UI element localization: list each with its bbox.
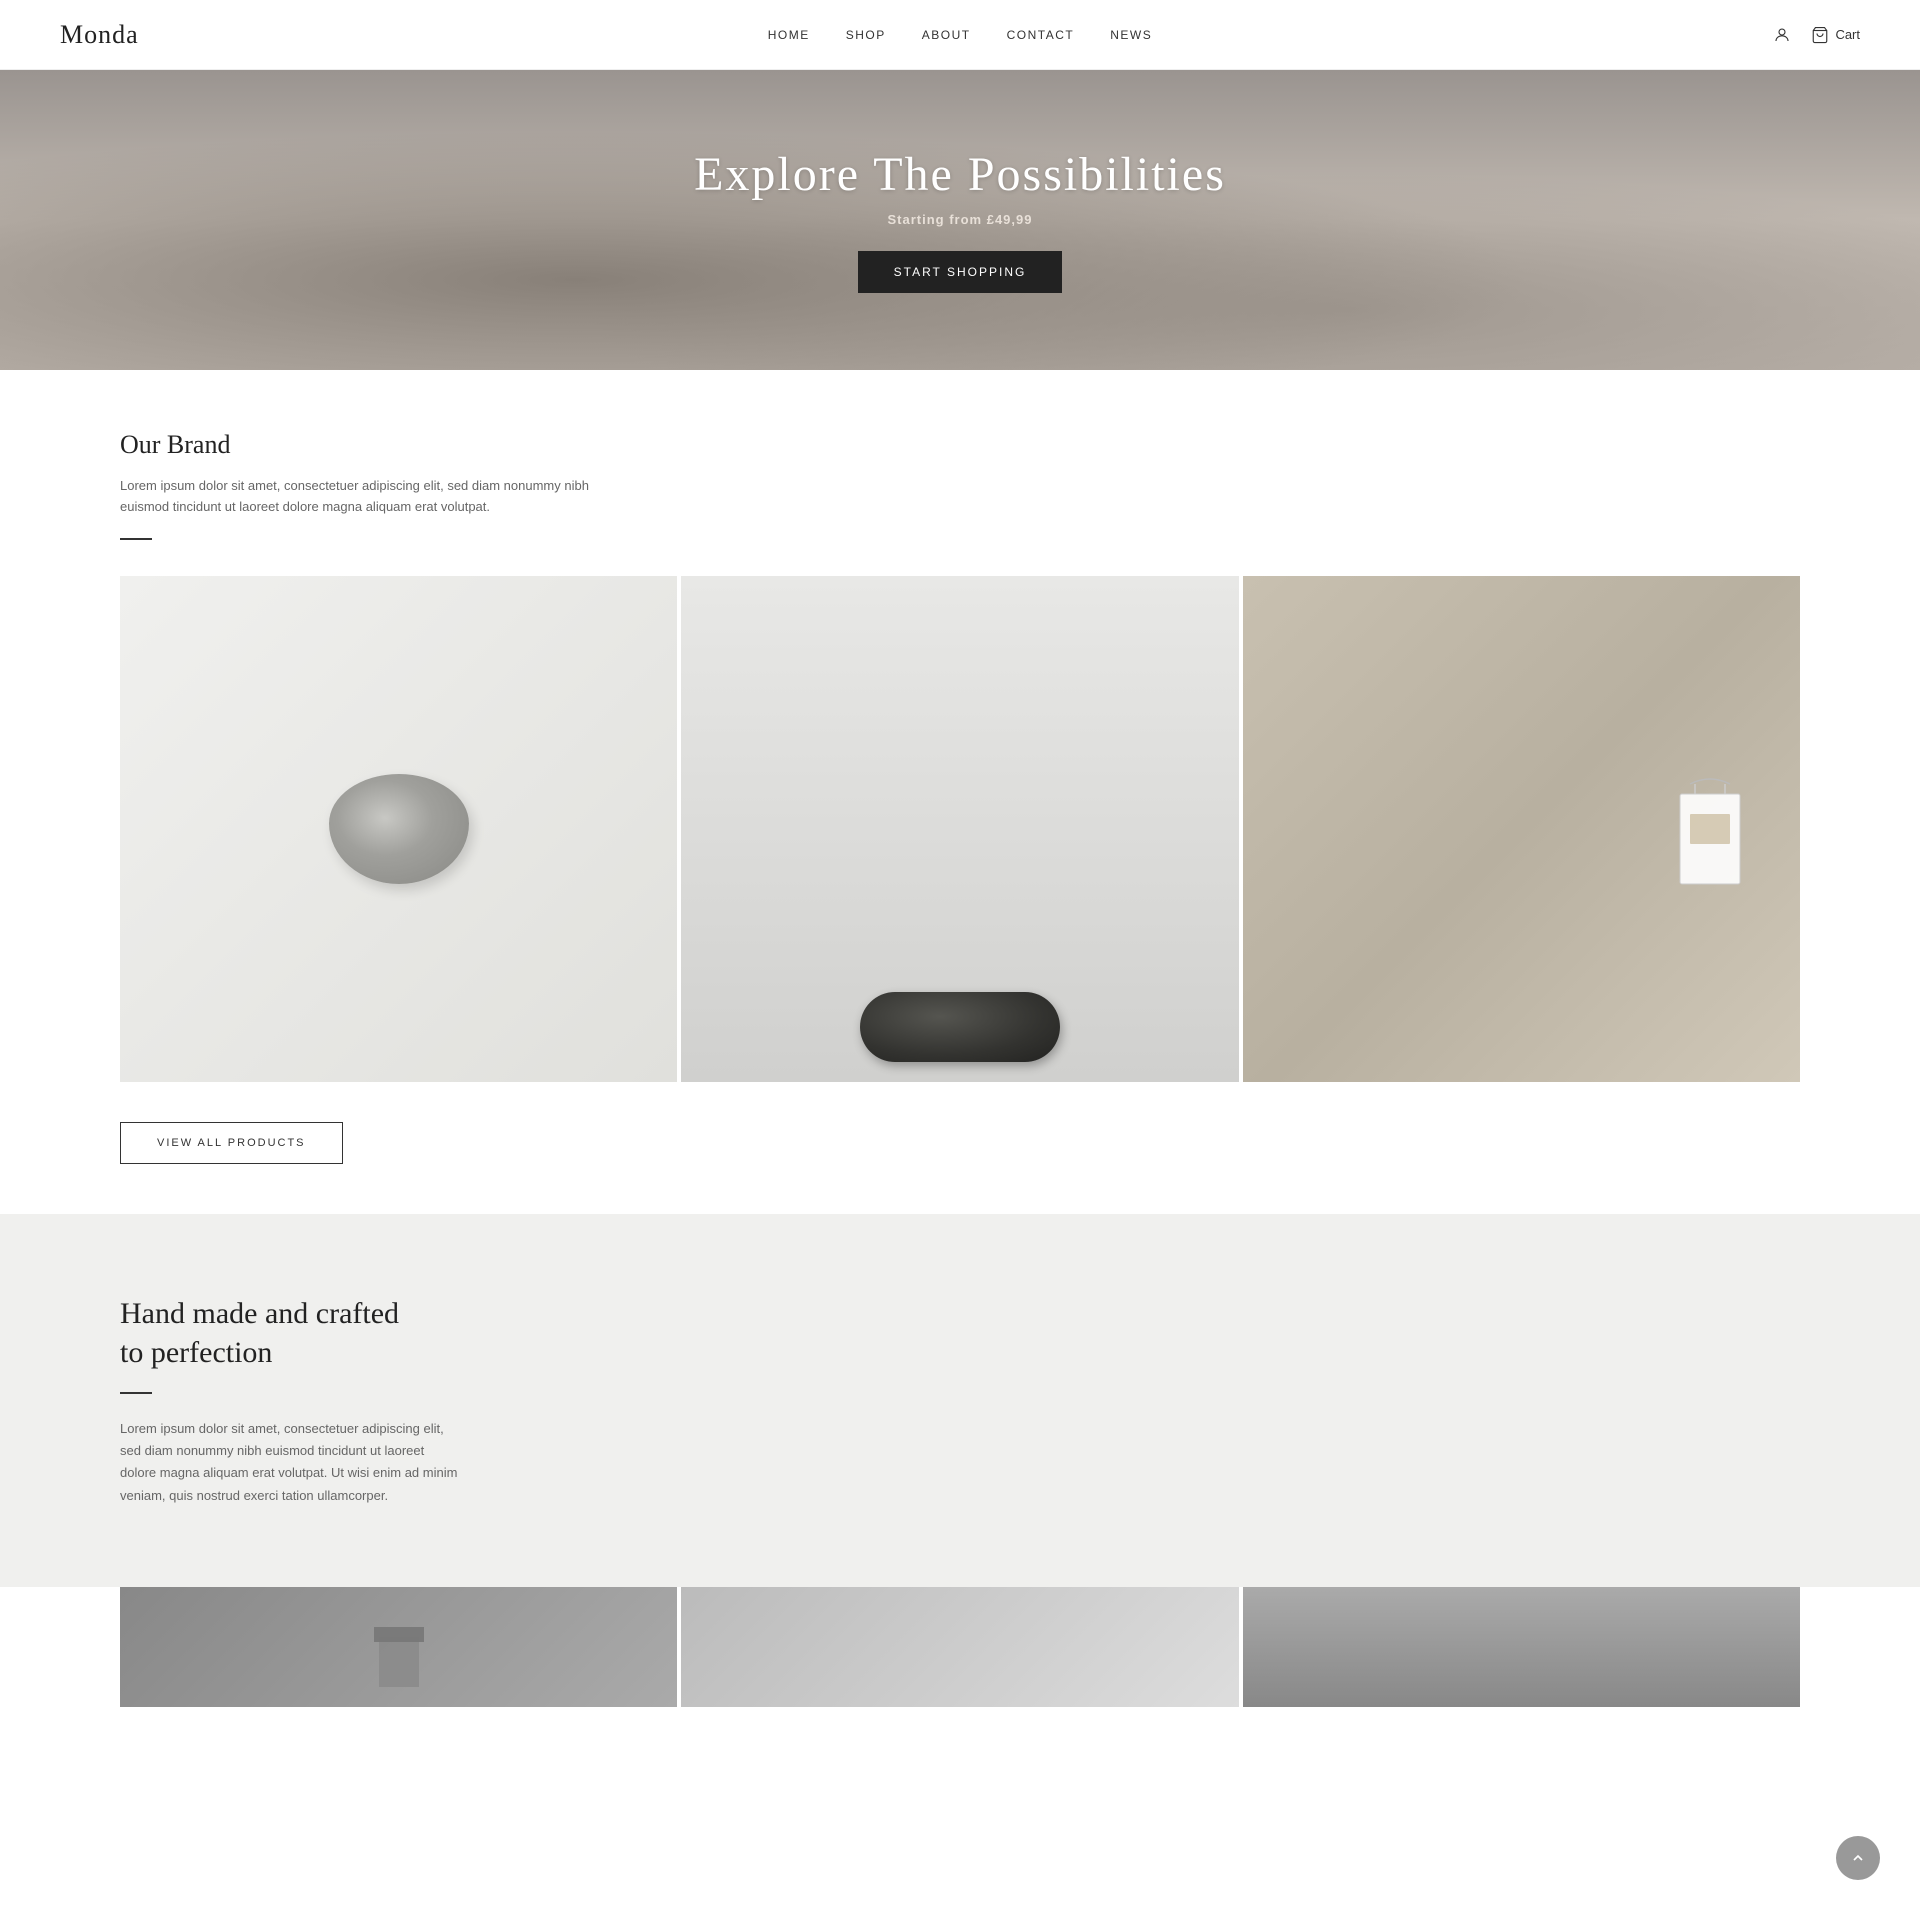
nav-contact[interactable]: CONTACT [1007,28,1075,42]
brand-section: Our Brand Lorem ipsum dolor sit amet, co… [0,370,1920,1214]
account-icon [1773,26,1791,44]
main-nav: HOME SHOP ABOUT CONTACT NEWS [768,28,1152,42]
cart-button[interactable]: Cart [1811,26,1860,44]
brand-description: Lorem ipsum dolor sit amet, consectetuer… [120,476,600,518]
product-card-1[interactable] [120,576,677,1083]
product-grid [120,576,1800,1083]
crafted-section: Hand made and crafted to perfection Lore… [0,1214,1920,1586]
cart-icon [1811,26,1829,44]
crafted-description: Lorem ipsum dolor sit amet, consectetuer… [120,1418,460,1506]
product-card-3[interactable] [1243,576,1800,1083]
site-header: Monda HOME SHOP ABOUT CONTACT NEWS Cart [0,0,1920,70]
hero-section: Explore The Possibilities Starting from … [0,70,1920,370]
product-card-2[interactable] [681,576,1238,1083]
scroll-top-button[interactable] [1836,1836,1880,1880]
nav-news[interactable]: NEWS [1110,28,1152,42]
account-button[interactable] [1773,26,1791,44]
brand-title: Our Brand [120,430,1800,460]
hero-cta-button[interactable]: START SHOPPING [858,251,1063,293]
crafted-divider [120,1392,152,1394]
cart-label: Cart [1835,27,1860,42]
knot-pillow-decoration-1 [329,774,469,884]
nav-shop[interactable]: SHOP [846,28,886,42]
bottom-decoration-1 [359,1607,439,1687]
paper-bag-decoration [1660,764,1760,894]
nav-home[interactable]: HOME [768,28,810,42]
nav-about[interactable]: ABOUT [922,28,971,42]
chevron-up-icon [1850,1850,1866,1866]
bottom-product-grid [120,1587,1800,1707]
crafted-title: Hand made and crafted to perfection [120,1294,400,1372]
bottom-preview-section [0,1587,1920,1707]
knot-pillow-decoration-2 [860,992,1060,1062]
hero-subtitle: Starting from £49,99 [694,212,1226,227]
bottom-card-2[interactable] [681,1587,1238,1707]
site-logo[interactable]: Monda [60,20,139,50]
header-actions: Cart [1773,26,1860,44]
hero-title: Explore The Possibilities [694,147,1226,202]
bottom-card-1[interactable] [120,1587,677,1707]
bottom-card-3[interactable] [1243,1587,1800,1707]
view-all-button[interactable]: VIEW ALL PRODUCTS [120,1122,343,1164]
brand-divider [120,538,152,540]
hero-content: Explore The Possibilities Starting from … [694,147,1226,293]
